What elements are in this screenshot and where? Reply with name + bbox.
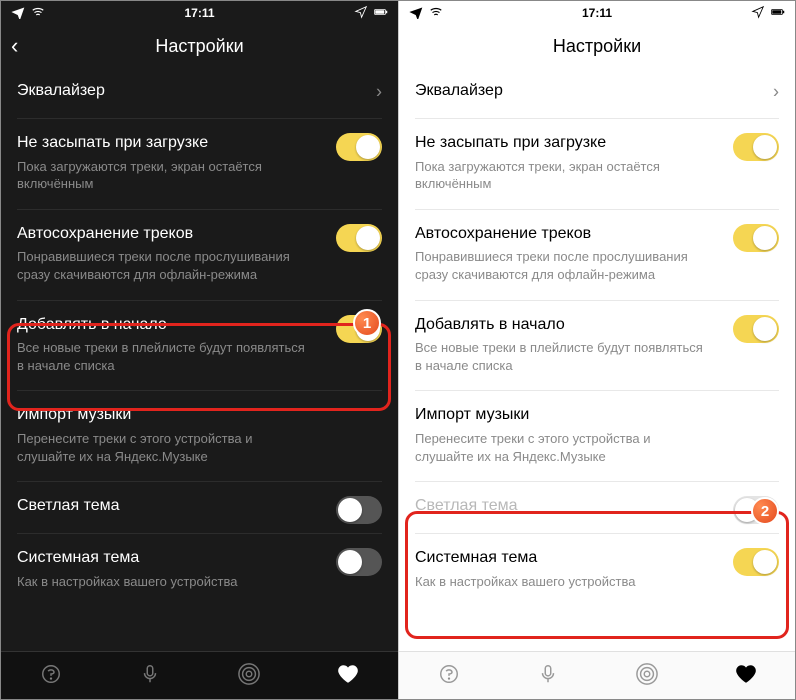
phone-light: 17:11 Настройки Эквалайзер › Не засыпать… [398, 1, 795, 699]
row-label: Импорт музыки [17, 405, 382, 426]
row-sub: Перенесите треки с этого устройства и сл… [17, 430, 307, 465]
tab-radio[interactable] [636, 663, 658, 688]
toggle-nosleep[interactable] [733, 133, 779, 161]
row-label: Автосохранение треков [415, 224, 779, 245]
row-sub: Перенесите треки с этого устройства и сл… [415, 430, 705, 465]
nav-header: ‹ Настройки [1, 25, 398, 67]
chevron-right-icon: › [376, 82, 382, 103]
phone-dark: 17:11 ‹ Настройки Эквалайзер › Не засыпа… [1, 1, 398, 699]
status-time: 17:11 [582, 6, 612, 20]
row-systemtheme: Системная тема Как в настройках вашего у… [17, 534, 382, 606]
row-sub: Пока загружаются треки, экран остаётся в… [17, 158, 307, 193]
row-label: Системная тема [415, 548, 779, 569]
row-label: Не засыпать при загрузке [415, 133, 779, 154]
battery-icon [374, 5, 388, 22]
tab-bar [399, 651, 795, 699]
toggle-nosleep[interactable] [336, 133, 382, 161]
row-label: Добавлять в начало [415, 315, 779, 336]
row-nosleep: Не засыпать при загрузке Пока загружаютс… [17, 119, 382, 210]
row-sub: Понравившиеся треки после прослушивания … [17, 248, 307, 283]
page-title: Настройки [155, 36, 243, 57]
row-label: Системная тема [17, 548, 382, 569]
tab-podcasts[interactable] [537, 663, 559, 688]
tab-bar [1, 651, 398, 699]
row-systemtheme: Системная тема Как в настройках вашего у… [415, 534, 779, 606]
toggle-lighttheme[interactable] [336, 496, 382, 524]
toggle-autosave[interactable] [336, 224, 382, 252]
row-sub: Все новые треки в плейлисте будут появля… [17, 339, 307, 374]
airplane-icon [409, 5, 423, 22]
row-import[interactable]: Импорт музыки Перенесите треки с этого у… [415, 391, 779, 482]
location-icon [751, 5, 765, 22]
toggle-addtop[interactable] [733, 315, 779, 343]
status-bar: 17:11 [399, 1, 795, 25]
row-label: Не засыпать при загрузке [17, 133, 382, 154]
row-nosleep: Не засыпать при загрузке Пока загружаютс… [415, 119, 779, 210]
row-addtop: Добавлять в начало Все новые треки в пле… [415, 301, 779, 392]
tab-feed[interactable] [438, 663, 460, 688]
tab-my[interactable] [337, 663, 359, 688]
status-time: 17:11 [184, 6, 214, 20]
row-import[interactable]: Импорт музыки Перенесите треки с этого у… [17, 391, 382, 482]
row-lighttheme: Светлая тема [17, 482, 382, 534]
row-addtop: Добавлять в начало Все новые треки в пле… [17, 301, 382, 392]
toggle-lighttheme[interactable] [733, 496, 779, 524]
row-sub: Пока загружаются треки, экран остаётся в… [415, 158, 705, 193]
wifi-icon [429, 5, 443, 22]
row-label: Импорт музыки [415, 405, 779, 426]
row-autosave: Автосохранение треков Понравившиеся трек… [17, 210, 382, 301]
row-sub: Все новые треки в плейлисте будут появля… [415, 339, 705, 374]
row-sub: Как в настройках вашего устройства [415, 573, 705, 591]
tab-podcasts[interactable] [139, 663, 161, 688]
row-label: Автосохранение треков [17, 224, 382, 245]
nav-header: Настройки [399, 25, 795, 67]
row-equalizer[interactable]: Эквалайзер › [415, 67, 779, 119]
row-lighttheme: Светлая тема [415, 482, 779, 534]
row-sub: Как в настройках вашего устройства [17, 573, 307, 591]
airplane-icon [11, 5, 25, 22]
tab-my[interactable] [735, 663, 757, 688]
row-autosave: Автосохранение треков Понравившиеся трек… [415, 210, 779, 301]
chevron-right-icon: › [773, 82, 779, 103]
battery-icon [771, 5, 785, 22]
row-label: Светлая тема [415, 496, 779, 517]
row-label: Светлая тема [17, 496, 382, 517]
wifi-icon [31, 5, 45, 22]
row-label: Эквалайзер [17, 81, 382, 102]
tab-radio[interactable] [238, 663, 260, 688]
toggle-systemtheme[interactable] [733, 548, 779, 576]
back-icon[interactable]: ‹ [11, 33, 18, 59]
row-label: Добавлять в начало [17, 315, 382, 336]
row-equalizer[interactable]: Эквалайзер › [17, 67, 382, 119]
tab-feed[interactable] [40, 663, 62, 688]
toggle-systemtheme[interactable] [336, 548, 382, 576]
row-label: Эквалайзер [415, 81, 779, 102]
toggle-autosave[interactable] [733, 224, 779, 252]
location-icon [354, 5, 368, 22]
row-sub: Понравившиеся треки после прослушивания … [415, 248, 705, 283]
toggle-addtop[interactable] [336, 315, 382, 343]
status-bar: 17:11 [1, 1, 398, 25]
page-title: Настройки [553, 36, 641, 57]
